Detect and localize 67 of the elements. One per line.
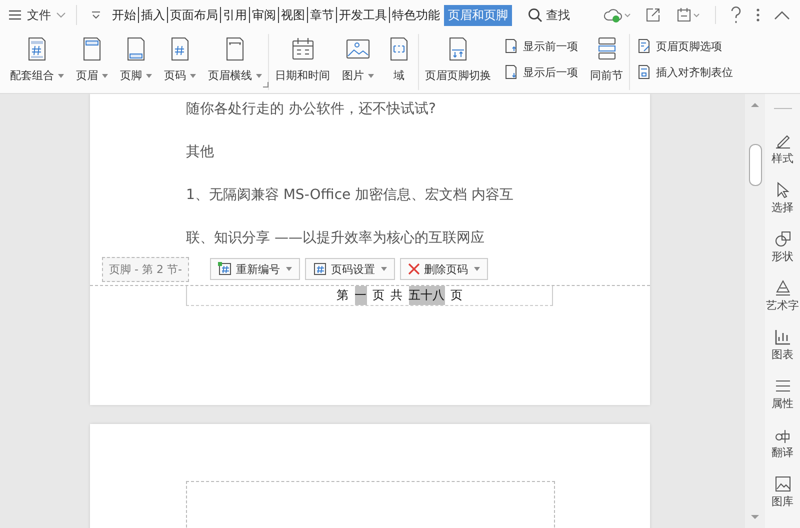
sidebar-tool[interactable]: 形状	[772, 230, 794, 264]
ribbon-tab[interactable]: 页面布局	[169, 4, 219, 26]
help-icon[interactable]	[730, 6, 742, 24]
expand-icon[interactable]	[263, 82, 269, 88]
sidebar-tool[interactable]: 艺术字	[766, 279, 799, 313]
search-icon	[528, 8, 543, 22]
ribbon-button[interactable]: 日期和时间	[275, 36, 330, 83]
ribbon-tab[interactable]: 引用	[222, 4, 248, 26]
body-text: 1、无隔阂兼容 MS-Office 加密信息、宏文档 内容互	[185, 186, 515, 205]
footer-button[interactable]: 重新编号	[210, 258, 300, 280]
sidebar-tool[interactable]: 图库	[772, 475, 794, 509]
ribbon-button[interactable]: 插入对齐制表位	[636, 64, 733, 80]
ribbon-button[interactable]: 显示后一项	[503, 64, 578, 80]
ribbon-tab[interactable]: 页眉和页脚	[444, 4, 512, 26]
ribbon-button[interactable]: 配套组合	[10, 36, 64, 83]
ribbon-button[interactable]: 页眉	[76, 36, 108, 83]
more-icon[interactable]	[756, 8, 760, 22]
sidebar-tool[interactable]: 属性	[772, 377, 794, 411]
ribbon-tab[interactable]: 插入	[140, 4, 166, 26]
chevron-icon	[56, 12, 66, 18]
ribbon-tab[interactable]: 审阅	[251, 4, 277, 26]
body-text: 随你各处行走的 办公软件，还不快试试?	[185, 100, 437, 119]
scroll-thumb[interactable]	[748, 144, 762, 186]
sidebar-tool[interactable]: 翻译	[772, 426, 794, 460]
page-icon	[503, 38, 519, 54]
sidebar-tool[interactable]: 图表	[772, 328, 794, 362]
shapes-icon	[774, 230, 792, 248]
ribbon-tab[interactable]: 章节	[309, 4, 335, 26]
ribbon-tab[interactable]: 视图	[280, 4, 306, 26]
ribbon-button[interactable]: 显示前一项	[503, 38, 578, 54]
ribbon-button[interactable]: 域	[386, 36, 412, 83]
ribbon-button[interactable]: 图片	[342, 36, 374, 83]
page-icon	[503, 64, 519, 80]
body-text: 其他	[185, 143, 215, 162]
footer-button[interactable]: 删除页码	[400, 258, 488, 280]
delete-icon	[408, 263, 420, 275]
footer-label: 页脚 - 第 2 节-	[102, 256, 189, 282]
page-number-text: 第 一 页 共 五十八 页	[336, 286, 462, 305]
ribbon-tab[interactable]: 特色功能	[391, 4, 441, 26]
ribbon-button[interactable]: 页脚	[120, 36, 152, 83]
ribbon-button[interactable]: 页码	[164, 36, 196, 83]
share-icon[interactable]	[645, 7, 661, 23]
calendar-icon	[290, 36, 316, 62]
sidebar-tool[interactable]: 样式	[772, 132, 794, 166]
page-icon	[636, 38, 652, 54]
ribbon-button[interactable]: 页眉页脚选项	[636, 38, 733, 54]
ribbon-button[interactable]: 同前节	[590, 36, 623, 83]
sidebar-tool[interactable]: 选择	[772, 181, 794, 215]
cloud-icon[interactable]	[603, 7, 631, 23]
bar-chart-icon	[774, 328, 792, 346]
box-icon[interactable]	[675, 7, 701, 23]
search-button[interactable]: 查找	[528, 6, 570, 24]
collapse-icon[interactable]	[774, 10, 790, 20]
picture-icon	[774, 475, 792, 493]
ribbon-button[interactable]: 页眉横线	[208, 36, 262, 83]
ribbon-button[interactable]: 页眉页脚切换	[425, 36, 491, 83]
footer-button[interactable]: 页码设置	[304, 258, 395, 280]
grid-icon	[218, 262, 232, 276]
triangle-icon	[774, 279, 792, 297]
grid-icon	[312, 262, 327, 276]
file-menu[interactable]: 文件	[8, 6, 66, 24]
ribbon-tab[interactable]: 开始	[111, 4, 137, 26]
chevron-icon[interactable]	[91, 11, 101, 19]
ribbon-tab[interactable]: 开发工具	[338, 4, 388, 26]
body-text: 联、知识分享 ——以提升效率为核心的互联网应	[185, 229, 486, 248]
menu-icon	[8, 9, 22, 21]
page-icon	[636, 64, 652, 80]
